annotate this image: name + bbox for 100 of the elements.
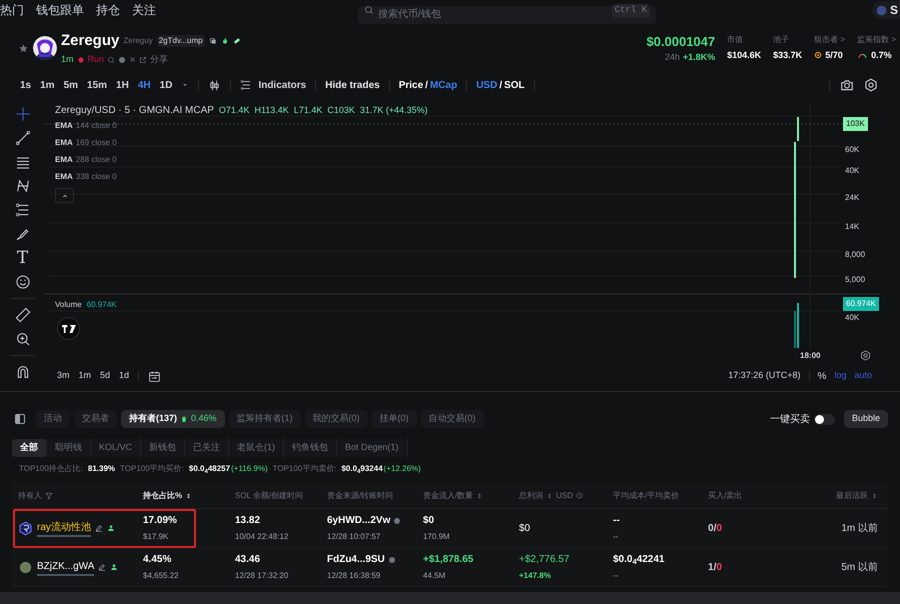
interval-tab[interactable]: 1H: [116, 78, 129, 92]
indicators-button[interactable]: Indicators: [240, 78, 306, 92]
panel-tab[interactable]: 挂单(0): [372, 410, 417, 428]
filter-chip[interactable]: KOL/VC: [91, 439, 142, 457]
nav-link[interactable]: 热门: [0, 1, 24, 19]
filter-chip[interactable]: 老鼠仓(1): [229, 439, 284, 457]
filter-chip[interactable]: 钓鱼钱包: [284, 439, 338, 457]
settings-icon[interactable]: [860, 350, 871, 361]
cross-icon[interactable]: [129, 56, 136, 64]
crosshair-icon[interactable]: [14, 106, 30, 122]
change-period: 24h: [664, 51, 680, 64]
interval-tab[interactable]: 4H: [138, 78, 151, 92]
panel-tab[interactable]: 监筹持有者(1): [228, 410, 301, 428]
indicator-params: 338 close 0: [76, 171, 117, 183]
axis-label: 40K: [845, 312, 860, 324]
column-header[interactable]: 最后活跃: [836, 490, 878, 502]
toggle-option[interactable]: SOL: [504, 78, 525, 92]
source-wallet-link[interactable]: 6yHWD...2Vw: [327, 513, 390, 528]
cell-value: 13.82: [235, 514, 262, 528]
text-tool[interactable]: T: [14, 250, 30, 266]
column-header[interactable]: 资金流入/数量: [423, 490, 484, 502]
share-icon[interactable]: [139, 56, 148, 64]
summary-label: TOP100平均卖价:: [272, 463, 336, 475]
hexagon-icon: [18, 520, 33, 536]
summary-value: 81.39%: [88, 463, 116, 475]
emoji-icon[interactable]: [14, 274, 30, 290]
clock-label: 17:37:26 (UTC+8): [728, 369, 801, 382]
stat-label[interactable]: 监筹指数 >: [857, 34, 896, 46]
pencil-icon[interactable]: [98, 563, 106, 571]
range-button[interactable]: 5d: [100, 369, 110, 383]
filter-chip[interactable]: 新钱包: [141, 439, 186, 457]
filter-chip[interactable]: 已关注: [185, 439, 230, 457]
interval-tab[interactable]: 1m: [40, 78, 55, 92]
line-icon[interactable]: [14, 130, 30, 146]
source-wallet-link[interactable]: FdZu4...9SU: [327, 552, 385, 567]
caret-icon[interactable]: [181, 81, 190, 89]
column-header[interactable]: SOL 余额/创建时间: [235, 490, 304, 502]
pattern-icon[interactable]: [14, 178, 30, 194]
levels-icon[interactable]: [14, 202, 30, 218]
calendar-icon[interactable]: [148, 370, 162, 382]
interval-tab[interactable]: 1s: [20, 78, 32, 92]
nav-link[interactable]: 持仓: [96, 1, 120, 19]
user-icon[interactable]: [110, 563, 118, 571]
nav-link[interactable]: 钱包跟单: [36, 1, 84, 19]
volume-badge: 60.974K: [843, 297, 879, 311]
ruler-icon[interactable]: [14, 307, 30, 323]
range-button[interactable]: 1m: [78, 369, 92, 383]
settings-icon[interactable]: [864, 78, 878, 92]
filter-chip[interactable]: 聪明钱: [47, 439, 91, 457]
percent-button[interactable]: %: [818, 368, 826, 384]
camera-icon[interactable]: [840, 78, 854, 92]
slash-separator: /: [714, 522, 716, 536]
filter-chip[interactable]: Bot Degen(1): [337, 439, 408, 457]
column-header[interactable]: 总利润 USD: [519, 490, 583, 502]
panel-icon[interactable]: [14, 413, 26, 425]
panel-tab[interactable]: 我的交易(0): [304, 410, 368, 428]
toggle-option[interactable]: USD: [476, 78, 498, 92]
buy-count: 1: [708, 560, 714, 574]
star-icon[interactable]: [18, 42, 29, 54]
cell-subvalue: --: [613, 531, 620, 543]
panel-tab[interactable]: 活动: [36, 410, 70, 428]
panel-tab[interactable]: 自动交易(0): [420, 410, 484, 428]
holder-link[interactable]: BZjZK...gWA: [37, 558, 94, 576]
info-icon[interactable]: [576, 492, 583, 499]
sort-icon[interactable]: [185, 492, 192, 500]
range-button[interactable]: 1d: [119, 369, 130, 383]
column-header[interactable]: 买入/卖出: [708, 490, 742, 502]
interval-tab[interactable]: 5m: [64, 78, 78, 92]
pencil-icon[interactable]: [94, 524, 103, 532]
search-icon: [364, 5, 374, 15]
hide-trades-button[interactable]: Hide trades: [325, 78, 380, 92]
filter-icon[interactable]: [45, 492, 53, 500]
column-header[interactable]: 持仓占比%: [143, 490, 192, 502]
nav-link[interactable]: 关注: [132, 1, 156, 19]
range-button[interactable]: 3m: [57, 369, 70, 383]
sell-count: 0: [716, 560, 722, 574]
interval-tab[interactable]: 1D: [160, 78, 172, 92]
candles-icon[interactable]: [208, 78, 222, 92]
toggle-option[interactable]: MCap: [430, 78, 458, 92]
volume-label: Volume: [55, 299, 82, 311]
column-header[interactable]: 平均成本/平均卖价: [613, 490, 680, 502]
bubble-button[interactable]: Bubble: [844, 410, 888, 428]
panel-tab[interactable]: 持有者(137) 0.46%: [121, 410, 225, 428]
search-icon[interactable]: [107, 56, 116, 64]
share-link[interactable]: 分享: [150, 53, 168, 66]
stat-label[interactable]: 狙击者 >: [814, 34, 846, 46]
toggle-option[interactable]: Price: [398, 78, 424, 92]
column-header[interactable]: 持有人: [18, 490, 53, 502]
panel-tab[interactable]: 交易者: [74, 410, 117, 428]
user-icon[interactable]: [106, 524, 115, 532]
buy-count: 0: [708, 522, 714, 536]
interval-tab[interactable]: 15m: [87, 78, 108, 92]
contract-address[interactable]: 2gTdv...ump: [156, 34, 205, 47]
quick-trade-switch[interactable]: [814, 414, 835, 424]
filter-chip[interactable]: 全部: [12, 439, 47, 457]
zoom-in-icon[interactable]: [14, 331, 30, 347]
chart-logo-badge[interactable]: [57, 317, 80, 340]
copy-icon[interactable]: [208, 36, 217, 45]
holder-link[interactable]: ray流动性池: [37, 520, 91, 536]
column-header[interactable]: 资金来源/转账时间: [327, 490, 394, 502]
